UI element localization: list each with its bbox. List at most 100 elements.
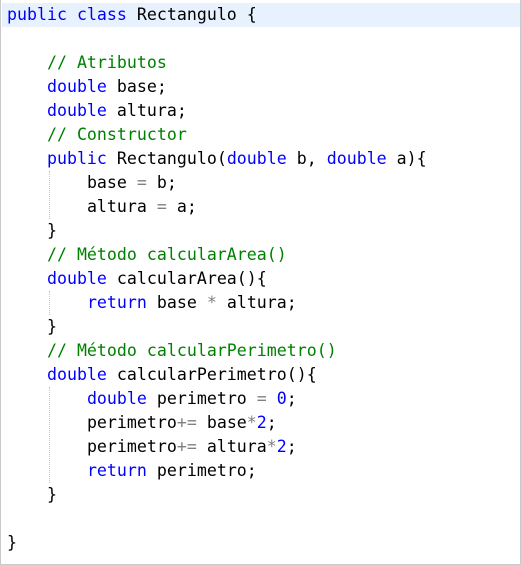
code-line[interactable]: // Constructor: [7, 123, 520, 147]
operator-token: *: [206, 293, 217, 312]
code-token: altura: [196, 437, 267, 456]
code-line[interactable]: // Método calcularArea(): [7, 243, 520, 267]
code-line[interactable]: public Rectangulo(double b, double a){: [7, 147, 520, 171]
code-token: base: [86, 173, 137, 192]
operator-token: +=: [176, 413, 197, 432]
code-token: perimetro: [86, 437, 177, 456]
operator-token: *: [266, 437, 277, 456]
keyword-token: double: [46, 365, 107, 384]
code-token: Rectangulo {: [126, 5, 257, 24]
code-line[interactable]: double perimetro = 0;: [7, 387, 520, 411]
code-token: ;: [286, 437, 297, 456]
keyword-token: double: [326, 149, 387, 168]
code-token: altura: [86, 197, 157, 216]
code-token: a){: [386, 149, 427, 168]
code-line[interactable]: public class Rectangulo {: [2, 3, 520, 27]
operator-token: *: [246, 413, 257, 432]
code-token: a;: [166, 197, 197, 216]
code-token: }: [46, 317, 57, 336]
code-token: calcularArea(){: [106, 269, 267, 288]
code-line[interactable]: double calcularArea(){: [7, 267, 520, 291]
comment-token: // Método calcularArea(): [46, 245, 287, 264]
code-token: altura;: [216, 293, 297, 312]
code-line[interactable]: double base;: [7, 75, 520, 99]
comment-token: // Atributos: [46, 53, 167, 72]
code-line[interactable]: perimetro+= altura*2;: [7, 435, 520, 459]
keyword-token: double: [46, 77, 107, 96]
operator-token: =: [256, 389, 267, 408]
code-token: perimetro: [86, 413, 177, 432]
keyword-token: double: [226, 149, 287, 168]
code-line[interactable]: base = b;: [7, 171, 520, 195]
code-line[interactable]: [7, 507, 520, 531]
code-line[interactable]: altura = a;: [7, 195, 520, 219]
code-token: ;: [286, 389, 297, 408]
code-token: altura;: [106, 101, 187, 120]
operator-token: +=: [176, 437, 197, 456]
code-token: }: [46, 485, 57, 504]
number-token: 0: [276, 389, 287, 408]
code-token: base;: [106, 77, 167, 96]
code-line[interactable]: perimetro+= base*2;: [7, 411, 520, 435]
code-token: perimetro: [146, 389, 257, 408]
code-line[interactable]: // Método calcularPerimetro(): [7, 339, 520, 363]
keyword-token: public: [7, 5, 67, 24]
code-line[interactable]: double altura;: [7, 99, 520, 123]
code-token: base: [146, 293, 207, 312]
code-token: perimetro;: [146, 461, 257, 480]
comment-token: // Método calcularPerimetro(): [46, 341, 337, 360]
code-token: base: [196, 413, 247, 432]
indent-guide: [49, 171, 51, 219]
keyword-token: public: [46, 149, 107, 168]
indent-guide: [49, 387, 51, 483]
comment-token: // Constructor: [46, 125, 187, 144]
code-line[interactable]: }: [7, 315, 520, 339]
code-token: }: [7, 533, 17, 552]
code-token: b,: [286, 149, 327, 168]
code-line[interactable]: }: [7, 219, 520, 243]
number-token: 2: [276, 437, 287, 456]
code-token: }: [46, 221, 57, 240]
code-line[interactable]: double calcularPerimetro(){: [7, 363, 520, 387]
code-token: Rectangulo(: [106, 149, 227, 168]
code-line[interactable]: }: [7, 531, 520, 555]
code-token: calcularPerimetro(){: [106, 365, 317, 384]
keyword-token: double: [86, 389, 147, 408]
operator-token: =: [136, 173, 147, 192]
code-line[interactable]: return base * altura;: [7, 291, 520, 315]
code-line[interactable]: // Atributos: [7, 51, 520, 75]
keyword-token: return: [86, 461, 147, 480]
code-line[interactable]: }: [7, 483, 520, 507]
number-token: 2: [256, 413, 267, 432]
code-token: ;: [266, 413, 277, 432]
code-line[interactable]: [7, 27, 520, 51]
code-line[interactable]: return perimetro;: [7, 459, 520, 483]
code-token: b;: [146, 173, 177, 192]
keyword-token: double: [46, 101, 107, 120]
operator-token: =: [156, 197, 167, 216]
keyword-token: return: [86, 293, 147, 312]
code-editor[interactable]: public class Rectangulo { // Atributos d…: [0, 0, 521, 565]
keyword-token: double: [46, 269, 107, 288]
